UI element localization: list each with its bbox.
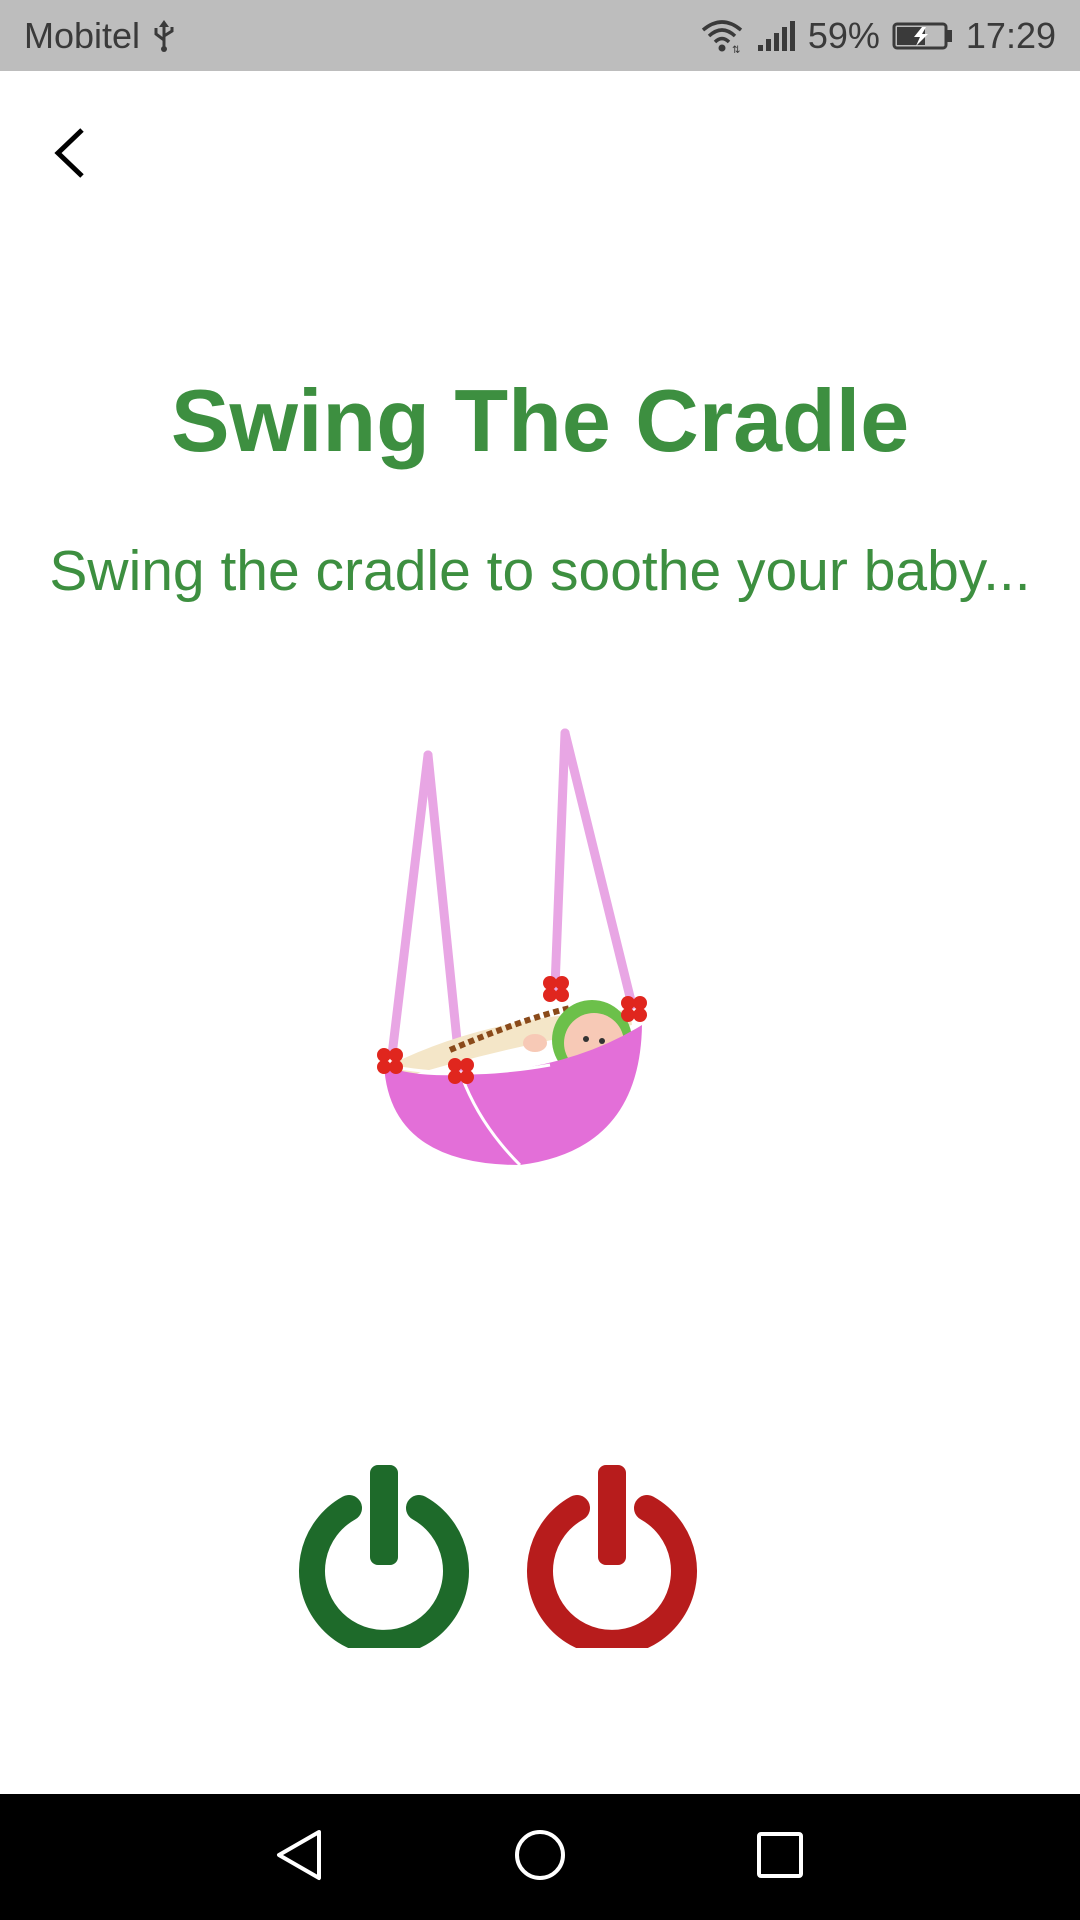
nav-home-icon (513, 1828, 567, 1887)
nav-home-button[interactable] (480, 1794, 600, 1920)
status-right: ⇅ 59% 17:29 (700, 15, 1056, 57)
usb-icon (150, 18, 178, 54)
power-icon (522, 1463, 702, 1656)
back-button[interactable] (30, 110, 110, 200)
wifi-icon: ⇅ (700, 18, 744, 54)
power-icon (294, 1463, 474, 1656)
start-swing-button[interactable] (294, 1463, 474, 1656)
chevron-left-icon (50, 126, 90, 185)
status-left: Mobitel (24, 15, 178, 57)
clock: 17:29 (965, 14, 1056, 56)
stop-swing-button[interactable] (522, 1463, 702, 1656)
nav-recents-button[interactable] (720, 1794, 840, 1920)
screen: Mobitel ⇅ 59% 17:29 Swing The Cradle Swi… (0, 0, 1080, 1920)
nav-back-icon (273, 1828, 327, 1887)
system-nav-bar (0, 1794, 1080, 1920)
carrier-name: Mobitel (24, 14, 141, 56)
svg-text:⇅: ⇅ (732, 45, 740, 54)
nav-back-button[interactable] (240, 1794, 360, 1920)
status-bar: Mobitel ⇅ 59% 17:29 (0, 0, 1080, 71)
page-subtitle: Swing the cradle to soothe your baby... (49, 539, 1031, 603)
nav-recents-icon (755, 1830, 805, 1885)
signal-icon (756, 19, 796, 53)
page-title: Swing The Cradle (170, 371, 910, 470)
battery-charging-icon (892, 21, 954, 51)
cradle-illustration (370, 725, 660, 1170)
battery-percent: 59% (807, 14, 880, 56)
